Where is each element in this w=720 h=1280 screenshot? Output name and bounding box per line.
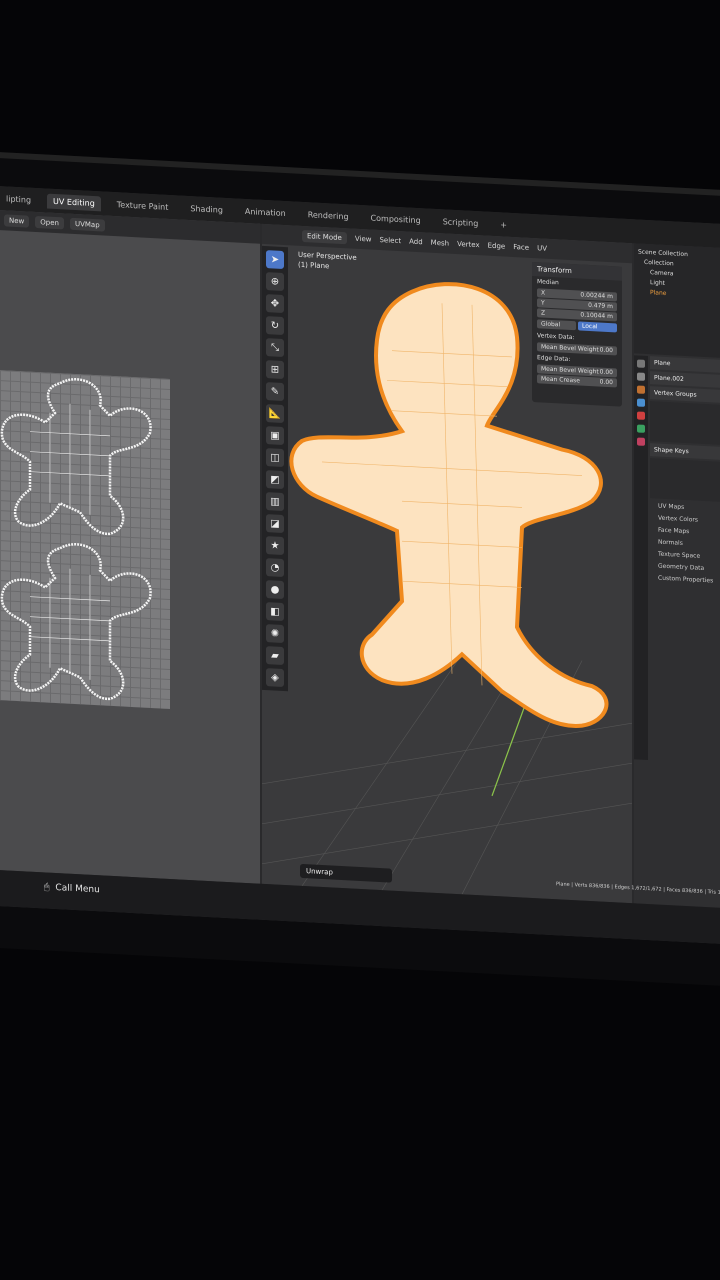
3d-viewport[interactable]: Edit Mode View Select Add Mesh Vertex Ed…: [262, 223, 632, 904]
tab-scripting[interactable]: Scripting: [437, 213, 485, 230]
add-workspace-button[interactable]: +: [494, 217, 513, 233]
vertex-groups-list[interactable]: [650, 401, 720, 447]
tab-texture-paint[interactable]: Texture Paint: [111, 196, 175, 214]
properties-editor: Scene Collection Collection Camera Light…: [634, 243, 720, 910]
custom-properties-section[interactable]: Custom Properties: [650, 572, 720, 590]
data-tab-icon[interactable]: [637, 424, 645, 433]
new-image-button[interactable]: New: [4, 214, 30, 228]
tab-compositing[interactable]: Compositing: [365, 210, 427, 228]
call-menu-hint: 🖱 Call Menu: [44, 882, 100, 895]
mouse-icon: 🖱: [44, 882, 50, 893]
tab-rendering[interactable]: Rendering: [302, 206, 355, 224]
blender-window: lipting UV Editing Texture Paint Shading…: [0, 184, 720, 946]
tab-shading[interactable]: Shading: [184, 200, 229, 217]
properties-tabs: [634, 355, 648, 761]
object-tab-icon[interactable]: [637, 385, 645, 394]
tab-uv-editing[interactable]: UV Editing: [47, 193, 101, 211]
modifier-tab-icon[interactable]: [637, 398, 645, 407]
open-image-button[interactable]: Open: [35, 215, 64, 230]
shape-keys-list[interactable]: [650, 458, 720, 504]
uvmap-selector[interactable]: UVMap: [69, 217, 105, 232]
uv-islands: [0, 378, 152, 701]
tab-scripting-partial[interactable]: lipting: [0, 191, 37, 208]
material-tab-icon[interactable]: [637, 437, 645, 446]
local-button[interactable]: Local: [578, 321, 617, 333]
uv-grid[interactable]: [0, 370, 170, 710]
physics-tab-icon[interactable]: [637, 411, 645, 420]
monitor: lipting UV Editing Texture Paint Shading…: [0, 150, 720, 988]
tool-tab-icon[interactable]: [637, 359, 645, 368]
call-menu-label: Call Menu: [55, 883, 100, 896]
outliner[interactable]: Scene Collection Collection Camera Light…: [634, 243, 720, 360]
properties-content: Plane Plane.002 Vertex Groups Shape Keys…: [650, 356, 720, 590]
transform-sidebar: Transform Median X 0.00244 m Y 0.479 m Z 0.…: [532, 261, 622, 407]
uv-editor[interactable]: New Open UVMap: [0, 208, 260, 884]
render-tab-icon[interactable]: [637, 372, 645, 381]
tab-animation[interactable]: Animation: [239, 203, 292, 221]
global-button[interactable]: Global: [537, 319, 576, 331]
